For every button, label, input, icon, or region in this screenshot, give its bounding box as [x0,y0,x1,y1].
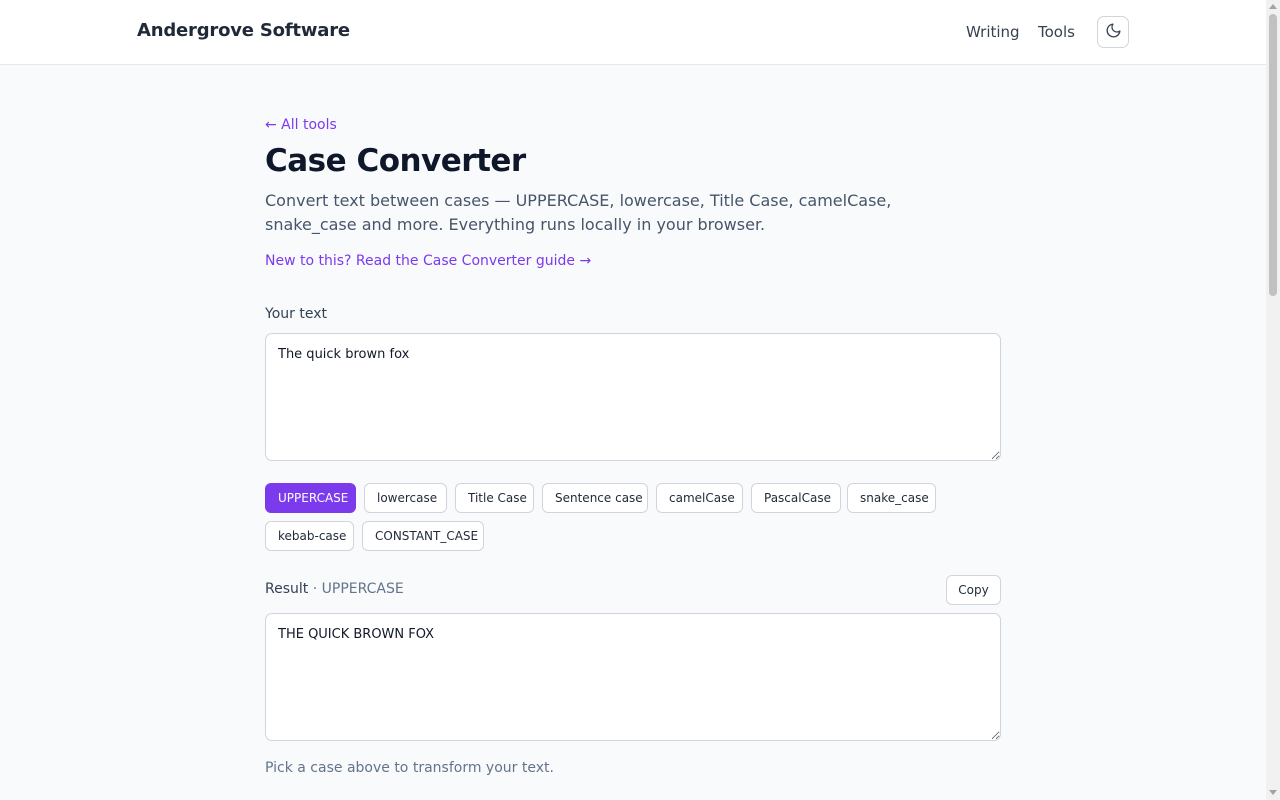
hint-text: Pick a case above to transform your text… [265,760,554,776]
case-button-snake-case[interactable]: snake_case [847,483,936,513]
theme-toggle-button[interactable] [1097,16,1129,48]
guide-link[interactable]: New to this? Read the Case Converter gui… [265,253,591,269]
scrollbar-thumb[interactable] [1269,14,1277,296]
moon-icon [1105,22,1122,42]
top-bar: Andergrove Software Writing Tools [0,0,1266,65]
case-button-sentence-case[interactable]: Sentence case [542,483,648,513]
intro-text: Convert text between cases — UPPERCASE, … [265,191,892,234]
result-label: Result · UPPERCASE [265,581,404,597]
text-input[interactable] [265,333,1001,461]
input-label: Your text [265,306,327,322]
nav-writing[interactable]: Writing [966,23,1020,41]
case-button-lowercase[interactable]: lowercase [364,483,447,513]
page-scrollbar[interactable] [1266,0,1280,800]
case-button-kebab-case[interactable]: kebab-case [265,521,354,551]
result-separator: · [312,581,318,597]
scroll-up-arrow-icon[interactable] [1269,4,1277,9]
all-tools-link[interactable]: ← All tools [265,117,337,133]
case-button-pascalcase[interactable]: PascalCase [751,483,841,513]
case-button-constant-case[interactable]: CONSTANT_CASE [362,521,484,551]
result-title: Result [265,581,309,597]
page-title: Case Converter [265,143,526,179]
nav-tools[interactable]: Tools [1038,23,1075,41]
result-output[interactable] [265,613,1001,741]
result-case-name: UPPERCASE [321,581,404,597]
copy-button[interactable]: Copy [946,575,1001,605]
case-button-title-case[interactable]: Title Case [455,483,534,513]
case-button-uppercase[interactable]: UPPERCASE [265,483,356,513]
brand-name[interactable]: Andergrove Software [137,20,350,41]
case-button-camelcase[interactable]: camelCase [656,483,743,513]
scroll-down-arrow-icon[interactable] [1269,790,1277,795]
